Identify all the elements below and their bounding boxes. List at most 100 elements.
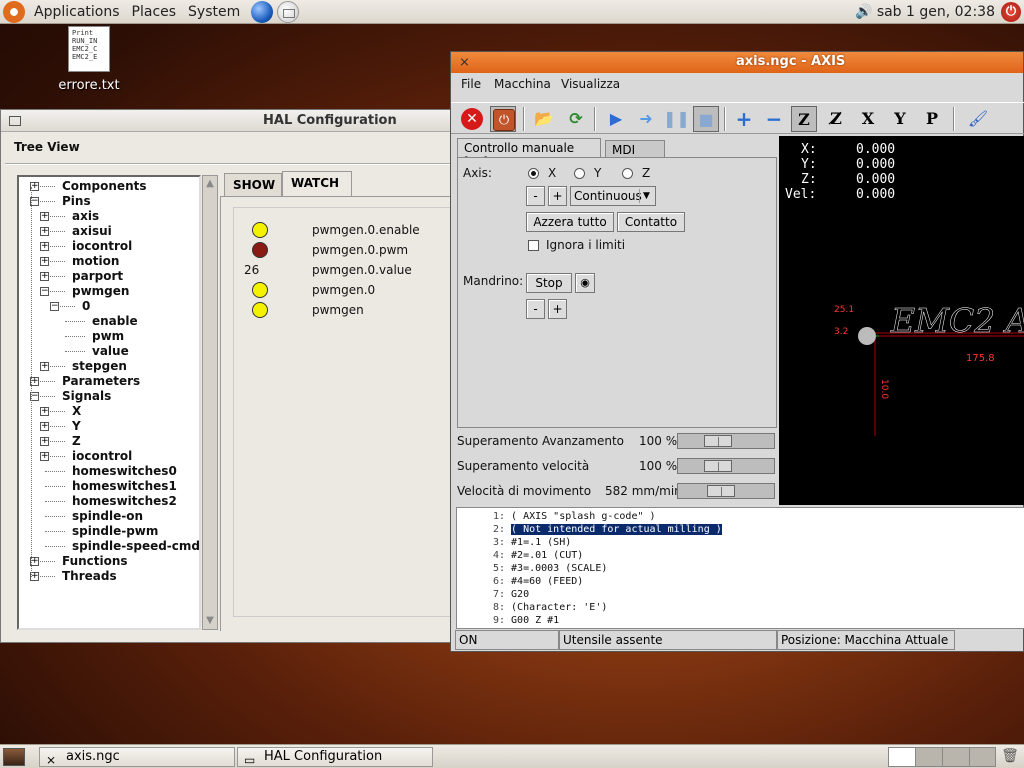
- menu-applications[interactable]: Applications: [31, 4, 123, 20]
- collapse-icon[interactable]: −: [40, 287, 49, 296]
- slider-handle[interactable]: [704, 435, 732, 447]
- slider-handle[interactable]: [704, 460, 732, 472]
- gcode-line[interactable]: 9: G00 Z #1: [457, 614, 559, 627]
- mail-client-icon[interactable]: [277, 0, 300, 23]
- touch-off-button[interactable]: Contatto: [617, 212, 685, 232]
- tab-show[interactable]: SHOW: [224, 173, 282, 196]
- stop-icon[interactable]: ■: [693, 106, 719, 132]
- tab-watch[interactable]: WATCH: [282, 171, 352, 196]
- tree-item[interactable]: stepgen: [72, 359, 127, 374]
- view-p-icon[interactable]: P: [919, 106, 945, 132]
- open-folder-icon[interactable]: 📂: [531, 106, 557, 132]
- tree-item[interactable]: value: [92, 344, 129, 359]
- pause-icon[interactable]: ❚❚: [663, 106, 690, 132]
- gcode-line[interactable]: 5: #3=.0003 (SCALE): [457, 562, 607, 575]
- override-slider[interactable]: [677, 458, 775, 474]
- tree-item[interactable]: spindle-speed-cmd: [72, 539, 199, 554]
- step-icon[interactable]: ➜: [633, 106, 659, 132]
- clock[interactable]: sab 1 gen, 02:38: [877, 4, 995, 20]
- tree-item[interactable]: motion: [72, 254, 119, 269]
- zero-all-button[interactable]: Azzera tutto: [526, 212, 614, 232]
- x11-logo-icon[interactable]: ⨯: [459, 55, 470, 70]
- estop-icon[interactable]: ✕: [461, 108, 483, 130]
- axis-titlebar[interactable]: ⨯ axis.ngc - AXIS: [451, 52, 1023, 73]
- view-z-icon[interactable]: Z: [791, 106, 817, 132]
- jog-plus-button[interactable]: +: [548, 186, 567, 206]
- gcode-line[interactable]: 4: #2=.01 (CUT): [457, 549, 583, 562]
- tree-item[interactable]: X: [72, 404, 81, 419]
- expand-icon[interactable]: +: [40, 212, 49, 221]
- volume-icon[interactable]: 🔊: [855, 4, 872, 20]
- zoom-in-icon[interactable]: +: [731, 106, 757, 132]
- expand-icon[interactable]: +: [40, 407, 49, 416]
- expand-icon[interactable]: +: [40, 437, 49, 446]
- task-axis[interactable]: ⨯ axis.ngc: [39, 747, 235, 767]
- reload-icon[interactable]: ⟳: [563, 106, 589, 132]
- web-browser-icon[interactable]: [251, 0, 274, 23]
- expand-icon[interactable]: +: [40, 242, 49, 251]
- menu-file[interactable]: File: [461, 77, 481, 91]
- tree-item[interactable]: Pins: [62, 194, 91, 209]
- tree-item[interactable]: Threads: [62, 569, 117, 584]
- workspace-4[interactable]: [970, 748, 997, 766]
- menu-system[interactable]: System: [185, 4, 243, 20]
- gcode-listing[interactable]: 1: ( AXIS "splash g-code" ) 2: ( Not inte…: [456, 507, 1024, 629]
- tree-item[interactable]: homeswitches1: [72, 479, 177, 494]
- tree-item[interactable]: iocontrol: [72, 449, 132, 464]
- gcode-line[interactable]: 2: ( Not intended for actual milling ): [457, 523, 722, 536]
- machine-power-icon[interactable]: ⏻: [493, 109, 515, 131]
- tree-item[interactable]: Signals: [62, 389, 111, 404]
- gcode-line[interactable]: 8: (Character: 'E'): [457, 601, 607, 614]
- expand-icon[interactable]: +: [40, 422, 49, 431]
- tree-item[interactable]: pwmgen: [72, 284, 129, 299]
- jog-mode-select[interactable]: Continuous ▼: [570, 186, 656, 206]
- tree-item[interactable]: Functions: [62, 554, 128, 569]
- tree-item[interactable]: iocontrol: [72, 239, 132, 254]
- desktop-file-icon[interactable]: Print RUN_IN EMC2_C EMC2_E errore.txt: [50, 26, 128, 93]
- collapse-icon[interactable]: −: [50, 302, 59, 311]
- show-desktop-icon[interactable]: [3, 748, 25, 766]
- power-icon[interactable]: ⏻: [1001, 1, 1021, 22]
- slider-handle[interactable]: [707, 485, 735, 497]
- gcode-line[interactable]: 3: #1=.1 (SH): [457, 536, 571, 549]
- expand-icon[interactable]: +: [40, 272, 49, 281]
- tree-item[interactable]: spindle-pwm: [72, 524, 158, 539]
- radio-axis-y[interactable]: [574, 168, 585, 179]
- tree-item[interactable]: homeswitches2: [72, 494, 177, 509]
- hal-titlebar[interactable]: HAL Configuration: [1, 110, 451, 132]
- tree-scrollbar[interactable]: ▲ ▼: [202, 175, 218, 630]
- gcode-line[interactable]: 6: #4=60 (FEED): [457, 575, 583, 588]
- scroll-down-icon[interactable]: ▼: [204, 614, 216, 628]
- workspace-1[interactable]: [889, 748, 916, 766]
- expand-icon[interactable]: +: [40, 362, 49, 371]
- spindle-stop-button[interactable]: Stop: [526, 273, 572, 293]
- spindle-minus-button[interactable]: -: [526, 299, 545, 319]
- tree-item[interactable]: axisui: [72, 224, 112, 239]
- scroll-up-icon[interactable]: ▲: [204, 177, 216, 191]
- workspace-switcher[interactable]: [888, 747, 996, 767]
- run-icon[interactable]: ▶: [603, 106, 629, 132]
- tree-item[interactable]: Z: [72, 434, 81, 449]
- tree-item[interactable]: Y: [72, 419, 81, 434]
- tree-item[interactable]: homeswitches0: [72, 464, 177, 479]
- toolpath-preview[interactable]: X: 0.000 Y: 0.000 Z: 0.000 Vel: 0.000 25.1 3.2 …: [779, 136, 1024, 505]
- workspace-2[interactable]: [916, 748, 943, 766]
- ignore-limits-checkbox[interactable]: [528, 240, 539, 251]
- trash-icon[interactable]: 🗑: [1001, 748, 1019, 766]
- view-y-icon[interactable]: Y: [887, 106, 913, 132]
- menu-places[interactable]: Places: [129, 4, 180, 20]
- workspace-3[interactable]: [943, 748, 970, 766]
- radio-axis-z[interactable]: [622, 168, 633, 179]
- tree-item[interactable]: Components: [62, 179, 147, 194]
- radio-axis-x[interactable]: [528, 168, 539, 179]
- menu-visualizza[interactable]: Visualizza: [561, 77, 620, 91]
- expand-icon[interactable]: +: [40, 452, 49, 461]
- clear-plot-icon[interactable]: 🖌: [965, 106, 991, 132]
- jog-minus-button[interactable]: -: [526, 186, 545, 206]
- zoom-out-icon[interactable]: −: [761, 106, 787, 132]
- tab-manual-control[interactable]: Controllo manuale [F3]: [457, 138, 601, 169]
- tree-item[interactable]: 0: [82, 299, 90, 314]
- view-x-icon[interactable]: X: [855, 106, 881, 132]
- spindle-brake-icon[interactable]: ◉: [575, 273, 595, 293]
- hal-tree[interactable]: Components + Pins − axis + axisui + iocontrol + mo…: [17, 175, 201, 630]
